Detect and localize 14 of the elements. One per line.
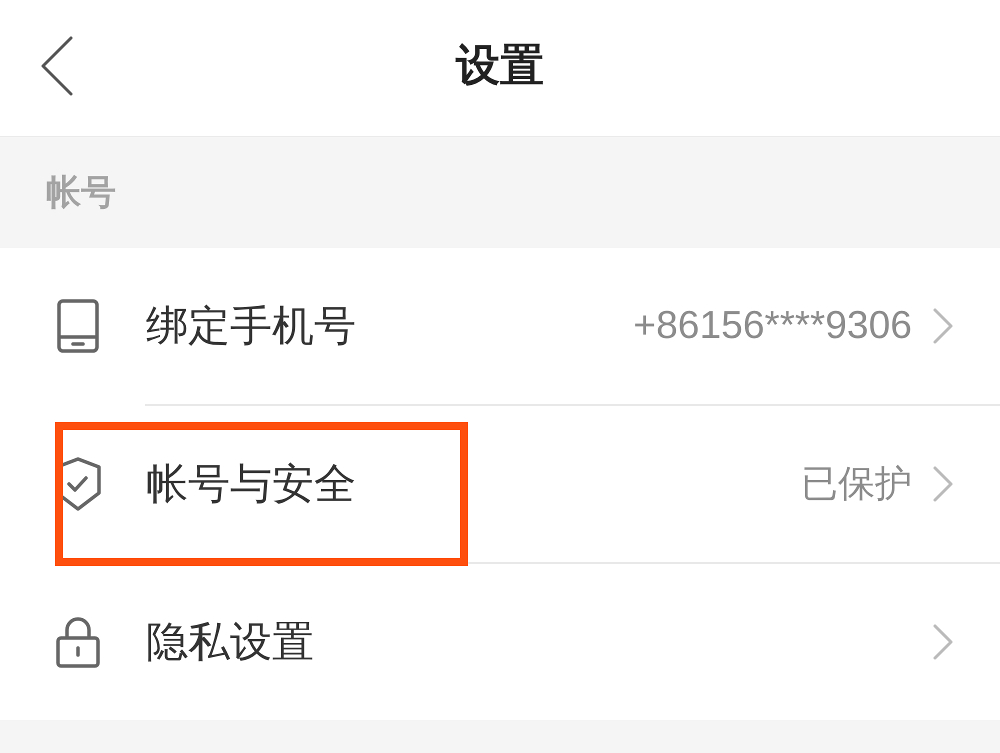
lock-icon <box>56 616 100 668</box>
chevron-right-icon <box>932 307 954 345</box>
row-label: 隐私设置 <box>146 616 314 668</box>
row-label: 帐号与安全 <box>146 458 356 510</box>
back-button[interactable] <box>40 36 74 96</box>
row-label: 绑定手机号 <box>146 300 356 352</box>
phone-icon <box>57 299 99 353</box>
section-title: 帐号 <box>46 172 116 215</box>
chevron-right-icon <box>932 623 954 661</box>
page-title: 设置 <box>456 38 544 92</box>
row-value: +86156****9306 <box>633 304 912 348</box>
chevron-right-icon <box>932 465 954 503</box>
back-chevron-icon <box>40 36 74 96</box>
row-value: 已保护 <box>801 461 912 507</box>
